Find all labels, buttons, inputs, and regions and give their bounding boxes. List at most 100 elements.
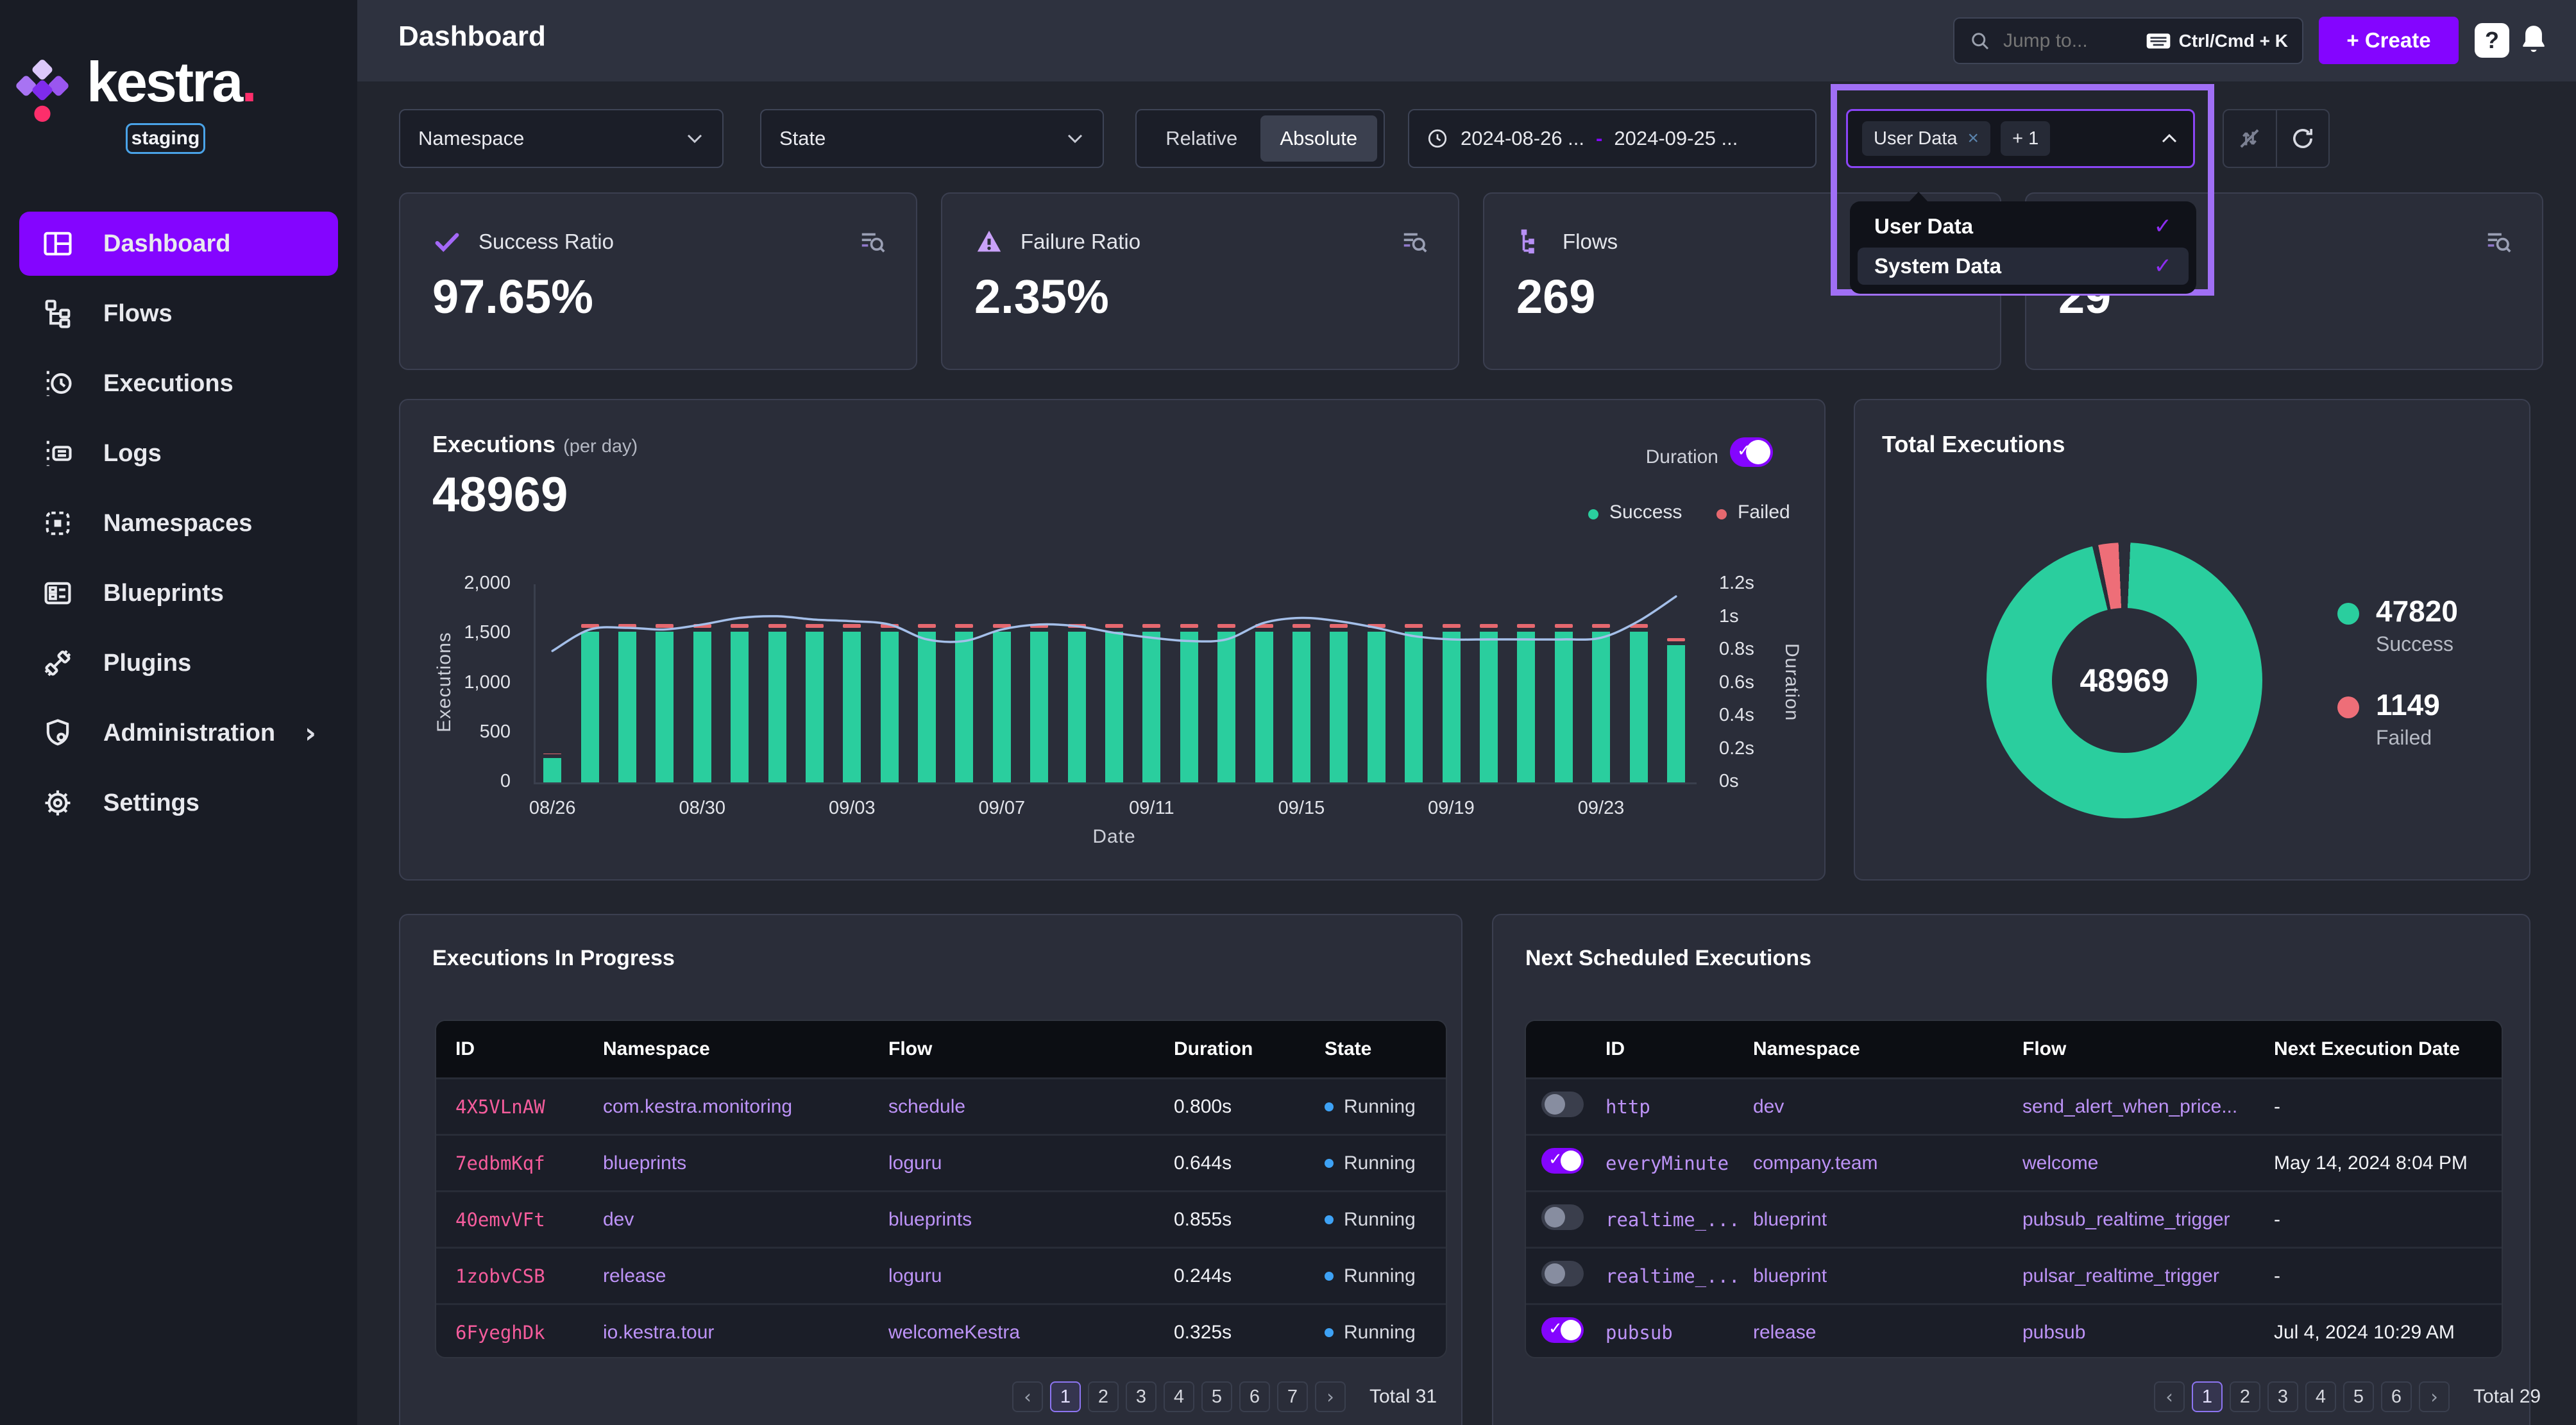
sidebar-item-namespaces[interactable]: Namespaces	[19, 491, 338, 555]
prev-page-button[interactable]: ‹	[2154, 1381, 2185, 1412]
failed-legend-label[interactable]: Failed	[1738, 502, 1790, 523]
check-icon: ✓	[2154, 253, 2173, 279]
namespace-link[interactable]: io.kestra.tour	[603, 1322, 888, 1344]
namespace-link[interactable]: blueprints	[603, 1152, 888, 1174]
page-button[interactable]: 4	[2305, 1381, 2336, 1412]
namespace-link[interactable]: blueprint	[1753, 1265, 2022, 1287]
refresh-button[interactable]	[2276, 110, 2329, 167]
sidebar-item-label: Settings	[103, 789, 199, 817]
flow-link[interactable]: pubsub	[2022, 1322, 2274, 1344]
next-scheduled-title: Next Scheduled Executions	[1525, 946, 1811, 971]
page-button[interactable]: 2	[1088, 1381, 1119, 1412]
sidebar-item-dashboard[interactable]: Dashboard	[19, 212, 338, 276]
running-dot	[1325, 1102, 1334, 1111]
page-button[interactable]: 1	[2192, 1381, 2223, 1412]
namespace-filter[interactable]: Namespace	[399, 109, 724, 168]
flow-link[interactable]: pulsar_realtime_trigger	[2022, 1265, 2274, 1287]
namespace-link[interactable]: dev	[1753, 1096, 2022, 1118]
trigger-id-link[interactable]: realtime_...	[1606, 1209, 1753, 1231]
user-data-chip[interactable]: User Data×	[1862, 121, 1990, 156]
namespace-link[interactable]: dev	[603, 1209, 888, 1231]
auto-refresh-off-button[interactable]	[2224, 110, 2276, 167]
flow-link[interactable]: schedule	[888, 1096, 1174, 1118]
trigger-id-link[interactable]: pubsub	[1606, 1322, 1753, 1344]
sidebar-item-administration[interactable]: Administration ›	[19, 701, 338, 765]
flow-link[interactable]: welcomeKestra	[888, 1322, 1174, 1344]
kpi-value: 2.35%	[974, 269, 1109, 324]
page-button[interactable]: 3	[2267, 1381, 2298, 1412]
relative-option[interactable]: Relative	[1143, 127, 1260, 150]
execution-id-link[interactable]: 6FyeghDk	[455, 1322, 603, 1344]
flow-link[interactable]: send_alert_when_price...	[2022, 1096, 2274, 1118]
prev-page-button[interactable]: ‹	[1012, 1381, 1043, 1412]
flow-link[interactable]: welcome	[2022, 1152, 2274, 1174]
option-user-data[interactable]: User Data✓	[1858, 208, 2189, 245]
namespace-link[interactable]: company.team	[1753, 1152, 2022, 1174]
duration-toggle[interactable]: ✓	[1730, 437, 1773, 467]
trigger-enabled-toggle[interactable]: ✓	[1541, 1148, 1584, 1174]
sidebar-item-logs[interactable]: Logs	[19, 421, 338, 485]
flow-link[interactable]: pubsub_realtime_trigger	[2022, 1209, 2274, 1231]
trigger-enabled-toggle[interactable]: ✓	[1541, 1204, 1584, 1230]
namespace-link[interactable]: release	[1753, 1322, 2022, 1344]
flow-link[interactable]: loguru	[888, 1152, 1174, 1174]
page-button[interactable]: 2	[2230, 1381, 2260, 1412]
sidebar-item-flows[interactable]: Flows	[19, 282, 338, 346]
sidebar-item-settings[interactable]: Settings	[19, 771, 338, 835]
absolute-option[interactable]: Absolute	[1260, 115, 1378, 162]
state-filter[interactable]: State	[760, 109, 1104, 168]
kpi-value: 269	[1516, 269, 1595, 324]
executions-donut-chart[interactable]: 48969	[1987, 543, 2262, 818]
chevron-down-icon	[685, 132, 704, 145]
page-button[interactable]: 6	[2381, 1381, 2412, 1412]
table-row: ✓ everyMinute company.team welcome May 1…	[1526, 1134, 2502, 1190]
page-button[interactable]: 5	[1201, 1381, 1232, 1412]
date-range-picker[interactable]: 2024-08-26 ... - 2024-09-25 ...	[1408, 109, 1817, 168]
execution-id-link[interactable]: 40emvVFt	[455, 1209, 603, 1231]
more-chip[interactable]: + 1	[2001, 121, 2050, 156]
page-button[interactable]: 6	[1239, 1381, 1270, 1412]
notifications-button[interactable]	[2515, 19, 2552, 60]
trigger-id-link[interactable]: http	[1606, 1096, 1753, 1118]
jump-to-search[interactable]: Ctrl/Cmd + K	[1953, 17, 2303, 64]
execution-id-link[interactable]: 1zobvCSB	[455, 1265, 603, 1287]
trigger-id-link[interactable]: realtime_...	[1606, 1265, 1753, 1287]
page-button[interactable]: 3	[1126, 1381, 1157, 1412]
sidebar-item-blueprints[interactable]: Blueprints	[19, 561, 338, 625]
namespace-link[interactable]: com.kestra.monitoring	[603, 1096, 888, 1118]
next-page-button[interactable]: ›	[1315, 1381, 1346, 1412]
sidebar-item-executions[interactable]: Executions	[19, 351, 338, 416]
option-system-data[interactable]: System Data✓	[1858, 248, 2189, 285]
trigger-enabled-toggle[interactable]: ✓	[1541, 1261, 1584, 1286]
page-button[interactable]: 7	[1277, 1381, 1308, 1412]
trigger-enabled-toggle[interactable]: ✓	[1541, 1092, 1584, 1117]
trigger-id-link[interactable]: everyMinute	[1606, 1152, 1753, 1174]
page-button[interactable]: 4	[1164, 1381, 1194, 1412]
data-type-multiselect[interactable]: User Data× + 1	[1846, 109, 2195, 168]
trigger-enabled-toggle[interactable]: ✓	[1541, 1317, 1584, 1343]
namespace-link[interactable]: release	[603, 1265, 888, 1287]
duration-value: 0.325s	[1174, 1322, 1325, 1344]
help-button[interactable]: ?	[2475, 23, 2509, 58]
success-legend-label[interactable]: Success	[1609, 502, 1682, 523]
success-label[interactable]: Success	[2376, 632, 2453, 656]
list-search-icon[interactable]	[1400, 227, 1430, 257]
duration-value: 0.855s	[1174, 1209, 1325, 1231]
list-search-icon[interactable]	[2484, 227, 2514, 257]
page-button[interactable]: 5	[2343, 1381, 2374, 1412]
kestra-logo[interactable]: kestra.	[35, 51, 255, 113]
namespace-link[interactable]: blueprint	[1753, 1209, 2022, 1231]
failed-label[interactable]: Failed	[2376, 726, 2432, 750]
execution-id-link[interactable]: 7edbmKqf	[455, 1152, 603, 1174]
flow-link[interactable]: blueprints	[888, 1209, 1174, 1231]
axis-tick: 09/03	[807, 798, 897, 819]
next-page-button[interactable]: ›	[2419, 1381, 2450, 1412]
execution-id-link[interactable]: 4X5VLnAW	[455, 1096, 603, 1118]
page-button[interactable]: 1	[1050, 1381, 1081, 1412]
create-button[interactable]: + Create	[2319, 17, 2459, 64]
sidebar-item-plugins[interactable]: Plugins	[19, 631, 338, 695]
search-input[interactable]	[2002, 30, 2135, 53]
flow-link[interactable]: loguru	[888, 1265, 1174, 1287]
chip-close-icon[interactable]: ×	[1968, 128, 1979, 149]
list-search-icon[interactable]	[858, 227, 888, 257]
